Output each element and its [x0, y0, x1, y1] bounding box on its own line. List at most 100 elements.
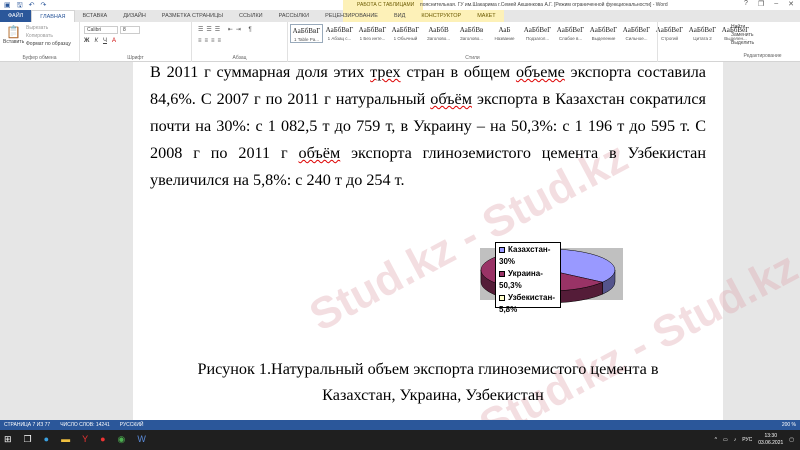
tab-review[interactable]: РЕЦЕНЗИРОВАНИЕ	[317, 10, 386, 22]
paste-icon: 📋	[6, 25, 22, 39]
document-area[interactable]: Stud.kz - Stud.kz Stud.kz - Stud.kz В 20…	[0, 62, 800, 420]
volume-icon[interactable]: ♪	[734, 437, 737, 443]
tab-file[interactable]: ФАЙЛ	[0, 10, 32, 22]
align-buttons[interactable]: ≡≡≡≡	[198, 38, 224, 44]
legend-value: 50,3%	[499, 281, 522, 290]
tab-references[interactable]: ССЫЛКИ	[231, 10, 271, 22]
text-segment: экспорта глиноземистого цемента в Узбеки…	[340, 144, 707, 162]
paragraph-group-label: Абзац	[232, 55, 247, 61]
minimize-button[interactable]: –	[774, 0, 778, 8]
context-group-label: РАБОТА С ТАБЛИЦАМИ	[357, 2, 415, 8]
help-button[interactable]: ?	[744, 0, 748, 8]
cut-button[interactable]: Вырезать	[26, 24, 71, 32]
close-button[interactable]: ✕	[788, 0, 794, 8]
tab-mailings[interactable]: РАССЫЛКИ	[271, 10, 317, 22]
style-name: Цитата 2	[693, 36, 712, 41]
text-line: 2008 г по 2011 г объём экспорта глинозем…	[150, 140, 706, 167]
text-line: 84,6%. С 2007 г по 2011 г натуральный об…	[150, 86, 706, 113]
legend-label: Узбекистан-	[508, 293, 555, 302]
text-segment: стран в общем	[400, 63, 516, 81]
file-explorer-icon[interactable]: ▬	[61, 434, 70, 445]
text-line: почти на 30%: с 1 082,5 т до 759 т, в Ук…	[150, 113, 706, 140]
text-line: увеличился на 5,8%: с 240 т до 254 т.	[150, 167, 706, 194]
clipboard-group-label: Буфер обмена	[22, 55, 57, 61]
document-page[interactable]: Stud.kz - Stud.kz Stud.kz - Stud.kz В 20…	[133, 62, 800, 420]
editing-group: Найти Заменить Выделить Редактирование	[725, 22, 800, 62]
text-segment: почти на 30%: с 1 082,5 т до 759 т, в Ук…	[150, 117, 706, 135]
styles-group-label: Стили	[465, 55, 480, 61]
font-color-button[interactable]: A	[112, 38, 116, 44]
zoom-level[interactable]: 200 %	[782, 422, 796, 428]
tab-view[interactable]: ВИД	[386, 10, 413, 22]
clock[interactable]: 13:30 03.06.2021	[758, 433, 783, 447]
start-icon[interactable]: ⊞	[4, 434, 12, 445]
text-segment: экспорта составила	[564, 63, 706, 81]
font-size-select[interactable]: 8	[120, 26, 140, 34]
chrome-icon[interactable]: ◉	[118, 434, 126, 445]
figure-caption-line1: Рисунок 1.Натуральный объем экспорта гли…	[197, 360, 659, 378]
language-indicator[interactable]: РУССКИЙ	[120, 422, 144, 428]
tab-home[interactable]: ГЛАВНАЯ	[31, 10, 75, 22]
italic-button[interactable]: К	[94, 38, 98, 44]
tab-layout[interactable]: РАЗМЕТКА СТРАНИЦЫ	[154, 10, 231, 22]
legend-value: 30%	[499, 257, 516, 266]
tab-table-design[interactable]: КОНСТРУКТОР	[413, 10, 470, 22]
task-view-icon[interactable]: ❐	[24, 434, 32, 445]
legend-entry: Казахстан- 30%	[499, 244, 557, 268]
yandex-browser-icon[interactable]: ●	[100, 434, 105, 445]
text-segment: экспорта в Казахстан сократился	[471, 90, 706, 108]
ribbon: 📋 Вставить Вырезать Копировать Формат по …	[0, 22, 800, 62]
word-count[interactable]: ЧИСЛО СЛОВ: 14241	[60, 422, 110, 428]
legend-label: Казахстан-	[508, 245, 551, 254]
clipboard-group: 📋 Вставить Вырезать Копировать Формат по …	[0, 22, 80, 62]
paragraph-group: ☰☰☰ ⇤⇥ ¶ ≡≡≡≡ Абзац	[192, 22, 288, 62]
status-bar: СТРАНИЦА 7 ИЗ 77 ЧИСЛО СЛОВ: 14241 РУССК…	[0, 420, 800, 430]
text-line: В 2011 г суммарная доля этих трех стран …	[150, 62, 706, 86]
legend-entry: Украина- 50,3%	[499, 268, 557, 292]
paste-button[interactable]: 📋 Вставить	[3, 25, 24, 45]
taskbar: ⊞ ❐ ● ▬ Y ● ◉ W ^ ▭ ♪ РУС 13:30 03.06.202…	[0, 430, 800, 450]
text-segment: 84,6%. С 2007 г по 2011 г натуральный	[150, 90, 431, 108]
figure-caption-line2: Казахстан, Украина, Узбекистан	[322, 386, 544, 404]
tab-insert[interactable]: ВСТАВКА	[75, 10, 116, 22]
find-button[interactable]: Найти	[731, 24, 800, 30]
spellcheck-word: объём	[298, 144, 341, 162]
list-buttons[interactable]: ☰☰☰ ⇤⇥ ¶	[198, 26, 255, 33]
document-title: пояснительная. ГУ им.Шакарима г.Семей Ак…	[420, 2, 668, 8]
underline-button[interactable]: Ч	[103, 38, 107, 44]
title-bar: ▣ 🖫 ↶ ↷ РАБОТА С ТАБЛИЦАМИ пояснительная. Г…	[0, 0, 800, 22]
edge-icon[interactable]: ●	[44, 434, 49, 445]
notifications-icon[interactable]: ▢	[789, 437, 794, 443]
font-name-select[interactable]: Calibri	[84, 26, 118, 34]
restore-button[interactable]: ❐	[758, 0, 764, 8]
replace-button[interactable]: Заменить	[731, 32, 800, 38]
copy-button[interactable]: Копировать	[26, 32, 71, 40]
spellcheck-word: трех	[370, 63, 401, 81]
editing-group-label: Редактирование	[743, 53, 782, 59]
chart-legend: Казахстан- 30% Украина- 50,3% Узбекистан- 5,8…	[495, 242, 561, 314]
format-painter-button[interactable]: Формат по образцу	[26, 40, 71, 48]
word-taskbar-icon[interactable]: W	[137, 434, 146, 445]
text-segment: В 2011 г суммарная доля этих	[150, 63, 371, 81]
legend-value: 5,8%	[499, 305, 518, 314]
legend-label: Украина-	[508, 269, 543, 278]
style-item[interactable]: АаБбВеГ Цитата 2	[686, 24, 719, 43]
paste-label: Вставить	[3, 39, 25, 45]
tab-table-layout[interactable]: МАКЕТ	[469, 10, 504, 22]
page-count[interactable]: СТРАНИЦА 7 ИЗ 77	[4, 422, 50, 428]
font-group: Calibri 8 ЖКЧA Шрифт	[80, 22, 192, 62]
input-language[interactable]: РУС	[742, 437, 752, 443]
legend-swatch	[499, 247, 505, 253]
legend-entry: Узбекистан- 5,8%	[499, 292, 557, 316]
bold-button[interactable]: Ж	[84, 38, 89, 44]
tab-design[interactable]: ДИЗАЙН	[115, 10, 154, 22]
styles-group: Стили	[288, 22, 658, 62]
yandex-icon[interactable]: Y	[82, 434, 88, 445]
spellcheck-word: объеме	[515, 63, 565, 81]
clock-time: 13:30	[764, 433, 777, 439]
select-button[interactable]: Выделить	[731, 40, 800, 46]
text-segment: 2008 г по 2011 г	[150, 144, 299, 162]
tray-chevron-icon[interactable]: ^	[715, 437, 717, 443]
legend-swatch	[499, 295, 505, 301]
network-icon[interactable]: ▭	[723, 437, 728, 443]
